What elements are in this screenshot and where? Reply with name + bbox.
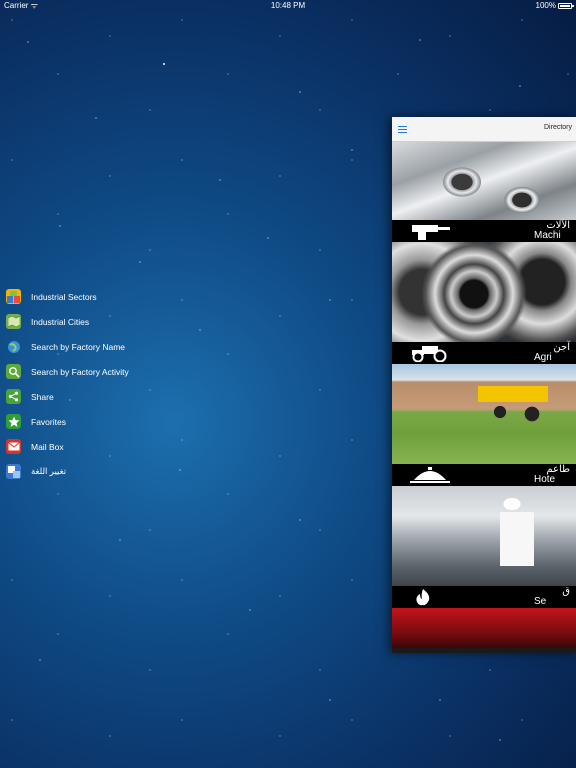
category-agriculture[interactable]: آجن Agri [392, 242, 576, 364]
category-bar: طاعم Hote [392, 464, 576, 486]
category-bar: آجن Agri [392, 342, 576, 364]
category-arabic-label: ق [562, 586, 570, 597]
category-bar: ق Se [392, 586, 576, 608]
hamburger-icon[interactable] [398, 126, 407, 134]
nav-title: Directory [544, 124, 573, 131]
mail-icon [6, 439, 21, 454]
category-next-partial[interactable] [392, 608, 576, 648]
map-icon [6, 314, 21, 329]
menu-item-industrial-cities[interactable]: Industrial Cities [6, 309, 186, 334]
nav-bar: Directory [392, 117, 576, 142]
menu-item-search-factory-activity[interactable]: Search by Factory Activity [6, 359, 186, 384]
menu-label: Search by Factory Activity [31, 366, 129, 377]
category-bar: الآلات Machi [392, 220, 576, 242]
blocks-icon [6, 289, 21, 304]
language-icon [6, 464, 21, 479]
battery-percent: 100% [535, 1, 556, 10]
category-hotels[interactable]: طاعم Hote [392, 364, 576, 486]
status-time: 10:48 PM [270, 1, 306, 10]
category-english-label: Hote [534, 474, 556, 485]
menu-item-mail-box[interactable]: Mail Box [6, 434, 186, 459]
battery-icon [558, 3, 574, 9]
menu-label: Mail Box [31, 441, 64, 452]
category-machinery[interactable]: الآلات Machi [392, 142, 576, 242]
menu-item-search-factory-name[interactable]: Search by Factory Name [6, 334, 186, 359]
menu-item-share[interactable]: Share [6, 384, 186, 409]
search-icon [6, 364, 21, 379]
menu-label: تغيير اللغة [31, 466, 67, 476]
category-english-label: Se [534, 596, 547, 607]
menu-label: Favorites [31, 416, 66, 427]
category-arabic-label: آجن [553, 342, 570, 353]
category-image-bearings [392, 242, 576, 342]
category-image-pipes [392, 142, 576, 220]
menu-item-change-language[interactable]: تغيير اللغة [6, 459, 186, 484]
menu-item-favorites[interactable]: Favorites [6, 409, 186, 434]
battery-indicator: 100% [535, 0, 574, 12]
menu-item-industrial-sectors[interactable]: Industrial Sectors [6, 284, 186, 309]
category-services[interactable]: ق Se [392, 486, 576, 608]
category-english-label: Agri [534, 352, 552, 363]
menu-label: Industrial Cities [31, 316, 90, 327]
globe-icon [6, 339, 21, 354]
menu-label: Search by Factory Name [31, 341, 126, 352]
directory-panel: Directory الآلات Machi آجن Agri طاعم Hot… [392, 117, 576, 653]
status-bar: Carrier ᯤ 10:48 PM 100% [0, 0, 576, 12]
category-english-label: Machi [534, 230, 561, 241]
category-image-kitchen [392, 486, 576, 586]
share-icon [6, 389, 21, 404]
menu-label: Share [31, 391, 54, 402]
menu-label: Industrial Sectors [31, 291, 97, 302]
star-icon [6, 414, 21, 429]
category-image-farm [392, 364, 576, 464]
side-menu: Industrial Sectors Industrial Cities Sea… [6, 284, 186, 484]
category-image-red [392, 608, 576, 648]
